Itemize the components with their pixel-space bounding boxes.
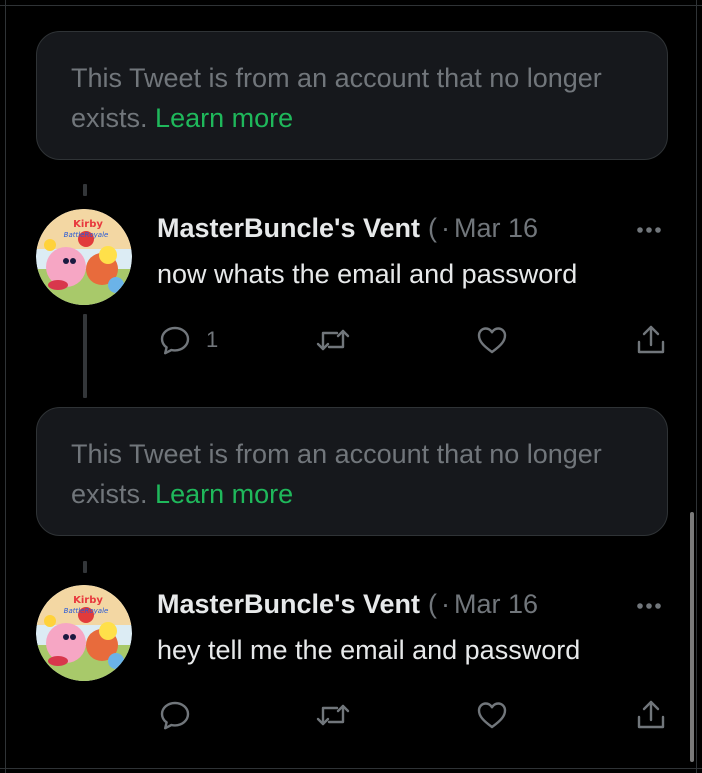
tweet-date[interactable]: Mar 16 — [454, 213, 538, 244]
reply-icon — [158, 323, 192, 357]
tweet-header: MasterBuncle's Vent ( · Mar 16 — [157, 213, 538, 247]
avatar[interactable]: Kirby BattleRoyale — [36, 209, 132, 305]
share-icon — [634, 698, 668, 732]
tweet-date[interactable]: Mar 16 — [454, 589, 538, 620]
more-icon[interactable] — [632, 213, 666, 247]
reply-button[interactable]: 1 — [158, 323, 218, 357]
tweet-text: hey tell me the email and password — [157, 635, 581, 665]
handle[interactable]: ( — [428, 589, 437, 620]
separator-dot: · — [441, 589, 451, 619]
svg-text:BattleRoyale: BattleRoyale — [64, 607, 109, 615]
separator-dot: · — [441, 213, 451, 243]
reply-button[interactable] — [158, 698, 206, 732]
more-icon[interactable] — [632, 589, 666, 623]
like-icon — [475, 698, 509, 732]
reply-icon — [158, 698, 192, 732]
retweet-icon — [314, 323, 352, 357]
like-button[interactable] — [475, 698, 509, 732]
display-name[interactable]: MasterBuncle's Vent — [157, 213, 420, 244]
like-button[interactable] — [475, 323, 509, 357]
avatar-logo-text: Kirby — [73, 219, 103, 230]
tweet[interactable]: Kirby BattleRoyale MasterBuncle's Vent (… — [0, 0, 702, 730]
retweet-icon — [314, 698, 352, 732]
reply-count: 1 — [206, 327, 219, 352]
unavailable-tweet-notice: This Tweet is from an account that no lo… — [36, 407, 668, 536]
tweet-header: MasterBuncle's Vent ( · Mar 16 — [157, 589, 538, 623]
scrollbar-thumb[interactable] — [690, 512, 694, 762]
learn-more-link[interactable]: Learn more — [155, 479, 293, 509]
avatar[interactable]: Kirby BattleRoyale — [36, 585, 132, 681]
svg-text:BattleRoyale: BattleRoyale — [64, 231, 109, 239]
unavailable-message: This Tweet is from an account that no lo… — [71, 439, 602, 509]
avatar-logo-text: Kirby — [73, 595, 103, 606]
like-icon — [475, 323, 509, 357]
display-name[interactable]: MasterBuncle's Vent — [157, 589, 420, 620]
handle[interactable]: ( — [428, 213, 437, 244]
retweet-button[interactable] — [314, 323, 352, 357]
tweet-text: now whats the email and password — [157, 259, 578, 289]
thread-connector — [83, 561, 87, 573]
frame-border-bottom — [0, 768, 702, 769]
retweet-button[interactable] — [314, 698, 352, 732]
share-button[interactable] — [634, 698, 668, 732]
thread-connector — [83, 314, 87, 398]
share-icon — [634, 323, 668, 357]
share-button[interactable] — [634, 323, 668, 357]
